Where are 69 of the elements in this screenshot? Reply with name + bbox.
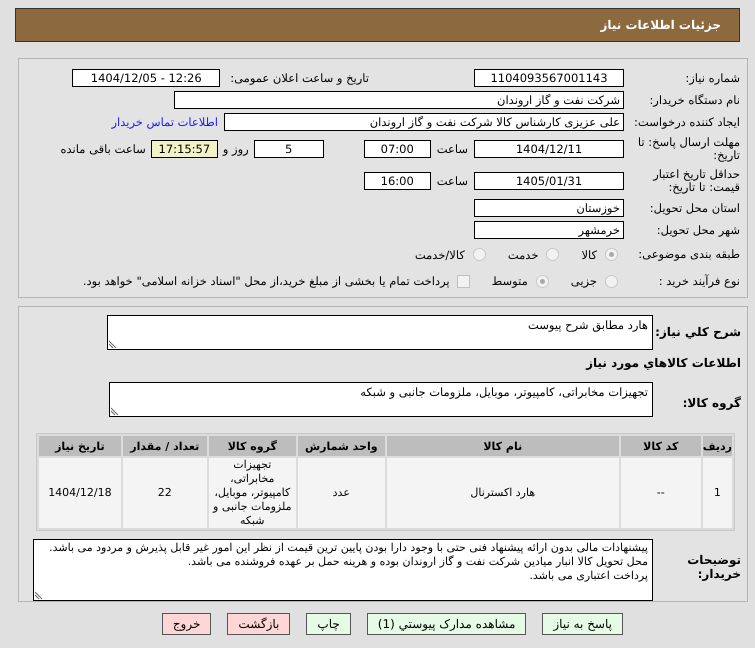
- deadline-date-field: 1404/12/11: [474, 140, 624, 158]
- field-label: نام دستگاه خریدار:: [648, 94, 741, 106]
- field-label: استان محل تحویل:: [648, 202, 741, 214]
- buyer-field: شرکت نفت و گاز اروندان: [174, 91, 624, 109]
- field-label: نوع فرآیند خرید :: [658, 274, 741, 288]
- action-button[interactable]: بازگشت: [227, 613, 290, 635]
- radio-label: کالا: [581, 248, 597, 262]
- table-cell: تجهیزات مخابراتی، کامپیوتر، موبایل، ملزومات جانبی و شبکه: [208, 458, 296, 528]
- table-cell: 1: [702, 458, 732, 528]
- table-cell: --: [620, 458, 701, 528]
- column-header: نام کالا: [386, 436, 619, 456]
- validity-date-field: 1405/01/31: [474, 172, 624, 190]
- radio-button[interactable]: [605, 248, 618, 261]
- city-field: خرمشهر: [474, 221, 624, 239]
- field-label: ایجاد کننده درخواست:: [633, 116, 741, 128]
- need-number-field: 1104093567001143: [474, 69, 624, 87]
- table-cell: هارد اکسترنال: [386, 458, 619, 528]
- field-label: ساعت: [436, 174, 468, 188]
- action-button[interactable]: مشاهده مدارک پیوستي (1): [366, 613, 526, 635]
- table-cell: عدد: [298, 458, 385, 528]
- radio-button[interactable]: [472, 248, 486, 261]
- resize-grip-icon: [35, 591, 43, 599]
- radio-label: متوسط: [492, 274, 528, 288]
- field-label: مهلت ارسال پاسخ: تا تاریخ:: [636, 136, 741, 162]
- field-label: توضیحات خریدار:: [686, 552, 742, 581]
- field-label: شماره نیاز:: [684, 72, 741, 84]
- field-label: طبقه بندی موضوعی:: [637, 248, 741, 261]
- field-label: گروه کالا:: [682, 395, 742, 410]
- page-title: جزئیات اطلاعات نیاز: [600, 18, 721, 32]
- field-label: شهر محل تحویل:: [656, 224, 741, 236]
- remaining-time-field: 17:15:57: [150, 140, 218, 158]
- payment-note: پرداخت تمام یا بخشی از مبلغ خرید،از محل "اسناد خزانه اسلامی" خواهد بود.: [82, 274, 450, 288]
- column-header: واحد شمارش: [298, 436, 385, 456]
- field-label: تاریخ و ساعت اعلان عمومی:: [230, 71, 369, 85]
- radio-label: خدمت: [508, 248, 538, 262]
- column-header: تاریخ نیاز: [39, 436, 121, 456]
- validity-time-field: 16:00: [364, 172, 431, 190]
- buyer-notes-field[interactable]: پیشنهادات مالی بدون ارائه پیشنهاد فنی حتی با وجود دارا بودن پایین ترین قیمت از نظر این امور غیر قابل پذیرش و مردود می باشد. محل تحویل کالا انبار میادین شرکت نفت و گاز اروندان بوده و هرینه حمل بر عهده فروشنده می باشد. پرداخت اعتباری می باشد.: [33, 539, 653, 601]
- resize-grip-icon: [109, 340, 117, 348]
- radio-label: جزیی: [570, 274, 597, 288]
- field-label: حداقل تاریخ اعتبار قیمت: تا تاریخ:: [652, 168, 741, 194]
- radio-label: کالا/خدمت: [414, 248, 465, 262]
- field-label: ساعت: [436, 142, 468, 156]
- goods-group-field[interactable]: تجهیزات مخابراتی، کامپیوتر، موبایل، ملزومات جانبی و شبکه: [109, 382, 653, 417]
- announce-date-field: 1404/12/05 - 12:26: [72, 69, 220, 87]
- description-field[interactable]: هارد مطابق شرح پیوست: [107, 315, 653, 350]
- action-button[interactable]: پاسخ به نیاز: [542, 613, 623, 635]
- field-label: روز و: [222, 142, 249, 156]
- field-label: ساعت باقی مانده: [60, 142, 146, 156]
- deadline-time-field: 07:00: [364, 140, 431, 158]
- table-cell: 1404/12/18: [39, 458, 121, 528]
- radio-button[interactable]: [546, 248, 560, 261]
- action-button[interactable]: چاپ: [306, 613, 351, 635]
- action-button[interactable]: خروج: [162, 613, 212, 635]
- resize-grip-icon: [111, 407, 119, 415]
- field-label: شرح کلي نیاز:: [654, 324, 742, 339]
- province-field: خوزستان: [474, 199, 624, 217]
- table-cell: 22: [122, 458, 207, 528]
- column-header: تعداد / مقدار: [122, 436, 207, 456]
- radio-button[interactable]: [605, 274, 618, 288]
- radio-button[interactable]: [536, 274, 549, 288]
- checkbox[interactable]: [456, 274, 470, 288]
- column-header: گروه کالا: [208, 436, 296, 456]
- column-header: ردیف: [702, 436, 732, 456]
- column-header: کد کالا: [620, 436, 701, 456]
- buyer-contact-link[interactable]: اطلاعات تماس خریدار: [111, 115, 218, 129]
- days-field: 5: [254, 140, 324, 158]
- creator-field: علی عزیزی کارشناس کالا شرکت نفت و گاز اروندان: [224, 113, 624, 131]
- section-title: اطلاعات کالاهاي مورد نیاز: [584, 355, 742, 372]
